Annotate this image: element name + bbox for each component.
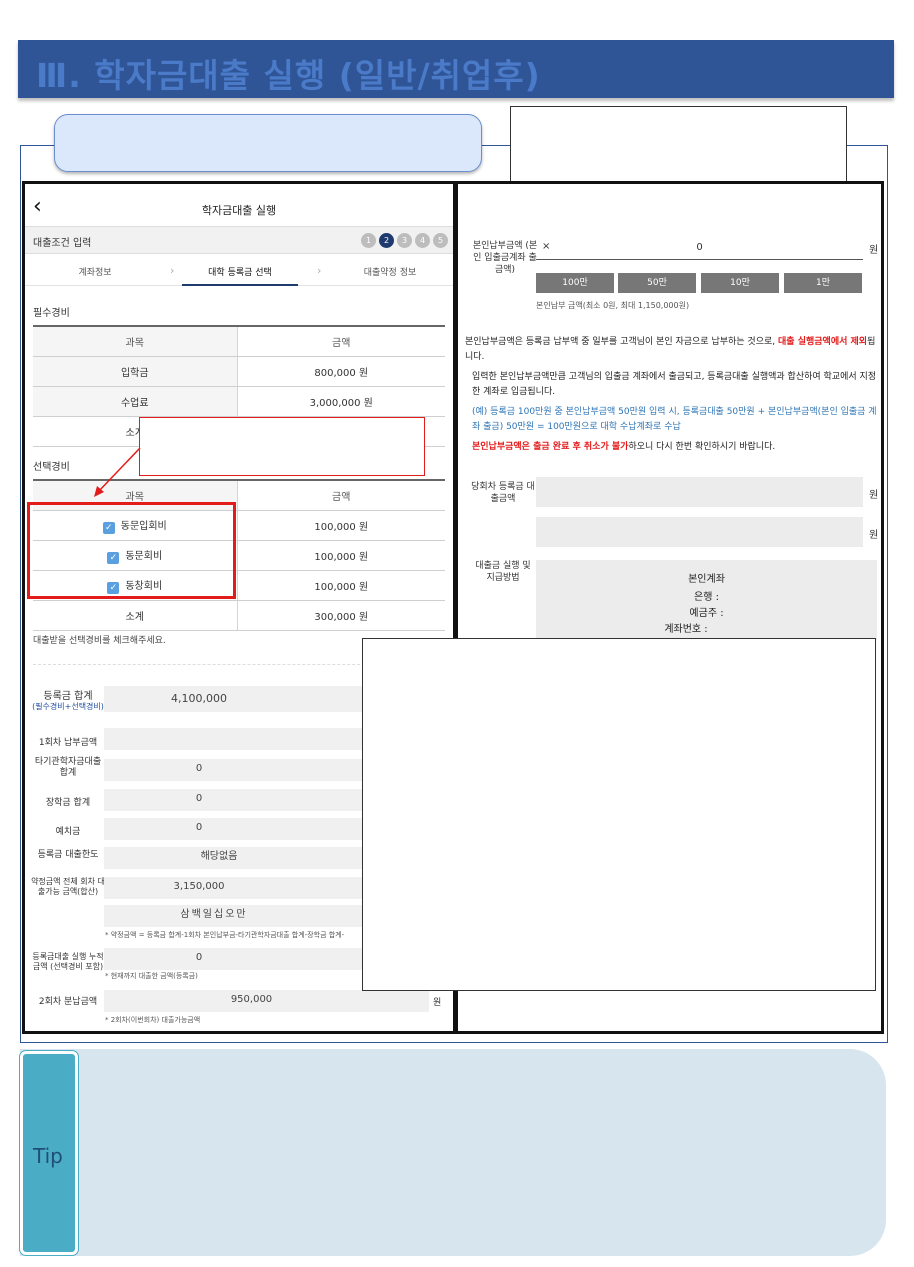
section-header-banner: Ⅲ. 학자금대출 실행 (일반/취업후) [18,40,894,98]
cell-item: 수업료 [33,386,238,417]
add-50man-button[interactable]: 50만 [618,273,696,293]
tuition-total-sublabel: (필수경비+선택경비) [32,702,104,711]
cumulative-label: 등록금대출 실행 누적금액 (선택경비 포함) [32,952,104,971]
contract-amount-korean: 삼백일십오만 [180,909,248,920]
tip-box [20,1049,886,1256]
required-section-title: 필수경비 [33,308,70,319]
self-pay-label: 본인납부금액 (본인 입출금계좌 출금액) [472,241,538,275]
cell-amount: 800,000 원 [237,356,445,387]
desc-paragraph-2: 입력한 본인납부금액만큼 고객님의 입출금 계좌에서 출금되고, 등록금대출 실… [472,372,877,397]
loan-limit-value: 해당없음 [200,851,238,862]
deposit-value: 0 [195,822,203,833]
column-header-amount: 금액 [237,325,445,357]
second-payment-value: 950,000 [230,994,273,1005]
tab-tuition-select[interactable]: 대학 등록금 선택 [182,265,298,286]
other-loan-value: 0 [195,763,203,774]
tab-contract-info[interactable]: 대출약정 정보 [355,265,425,278]
self-pay-input[interactable]: × 0 [536,238,863,260]
desc-example: (예) 등록금 100만원 중 본인납부금액 50만원 입력 시, 등록금대출 … [472,407,877,432]
desc-paragraph-1: 본인납부금액은 등록금 납부액 중 일부를 고객님이 본인 자금으로 납부하는 … [465,335,880,365]
deposit-label: 예치금 [55,827,81,837]
column-header-item: 과목 [33,325,238,357]
this-loan-field-1[interactable] [536,477,863,507]
contract-amount-value: 3,150,000 [173,881,225,892]
desc-text: 본인납부금액은 등록금 납부액 중 일부를 고객님이 본인 자금으로 납부하는 … [465,337,776,347]
cell-item: 입학금 [33,356,238,387]
section-title: Ⅲ. 학자금대출 실행 (일반/취업후) [36,56,541,95]
sub-tab-bar: 계좌정보 › 대학 등록금 선택 › 대출약정 정보 [25,256,453,286]
cell-amount: 3,000,000 원 [237,386,445,417]
annotation-arrow-icon [94,447,141,497]
self-pay-value: 0 [696,242,703,253]
tuition-total-label: 등록금 합계 [43,691,93,702]
add-100man-button[interactable]: 100만 [536,273,614,293]
annotation-callout [139,417,425,476]
add-10man-button[interactable]: 10만 [701,273,779,293]
loan-limit-label: 등록금 대출한도 [37,850,99,860]
step-indicator-bar: 대출조건 입력 1 2 3 4 5 [25,226,453,254]
step-label: 대출조건 입력 [33,238,92,249]
scholarship-label: 장학금 합계 [45,798,91,808]
contract-note: * 약정금액 = 등록금 합계-1회차 본인납부금-타기관학자금대출 합계-장학… [105,931,345,939]
tuition-total-value: 4,100,000 [171,692,227,705]
method-label: 대출금 실행 및 지급방법 [475,561,531,583]
annotation-box-right [362,638,876,991]
cell-amount: 100,000 원 [237,570,445,601]
tab-account-info[interactable]: 계좌정보 [65,265,125,278]
chevron-right-icon: › [170,264,175,277]
self-pay-hint: 본인납부 금액(최소 0원, 최대 1,150,000원) [536,301,690,310]
second-payment-unit: 원 [433,998,442,1008]
self-pay-unit: 원 [869,245,879,256]
table-row-subtotal: 소계 300,000 원 [33,600,445,631]
second-payment-label: 2회차 분납금액 [38,997,98,1007]
unit-label: 원 [869,530,879,541]
warning-text: 하오니 다시 한번 확인하시기 바랍니다. [628,442,776,452]
step-dot-4: 4 [415,233,430,248]
table-row: 수업료 3,000,000 원 [33,386,445,417]
cell-subtotal-label: 소계 [33,600,238,631]
tip-tab: Tip [20,1051,78,1255]
table-row: 입학금 800,000 원 [33,356,445,387]
this-loan-label: 당회차 등록금 대출금액 [471,482,535,504]
optional-hint: 대출받을 선택경비를 체크해주세요. [33,636,166,646]
other-loan-label: 타기관학자금대출 합계 [34,757,102,778]
optional-section-title: 선택경비 [33,462,70,473]
cell-amount: 100,000 원 [237,510,445,541]
account-number-label: 계좌번호 : [664,624,708,635]
desc-emphasis: 대출 실행금액에서 제외 [778,337,868,347]
first-payment-label: 1회차 납부금액 [38,738,98,748]
second-payment-field: 950,000 [104,990,429,1012]
annotation-box-top [510,106,847,191]
tip-label: Tip [33,1144,63,1168]
holder-label: 예금주 : [689,608,724,619]
account-title: 본인계좌 [688,574,725,585]
desc-warning: 본인납부금액은 출금 완료 후 취소가 불가하오니 다시 한번 확인하시기 바랍… [472,440,877,455]
highlight-optional-expenses [27,502,236,599]
caption-pill [54,114,482,172]
scholarship-value: 0 [195,793,203,804]
cell-subtotal-amount: 300,000 원 [237,600,445,631]
contract-amount-label: 약정금액 전체 회차 대출가능 금액(합산) [31,877,105,896]
step-dot-3: 3 [397,233,412,248]
cell-amount: 100,000 원 [237,540,445,571]
step-dot-1: 1 [361,233,376,248]
cumulative-value: 0 [195,952,203,963]
chevron-right-icon: › [317,264,322,277]
screen-title: 학자금대출 실행 [201,204,277,217]
bank-label: 은행 : [694,592,719,603]
step-dot-5: 5 [433,233,448,248]
warning-emphasis: 본인납부금액은 출금 완료 후 취소가 불가 [472,442,629,452]
unit-label: 원 [869,490,879,501]
cumulative-note: * 현재까지 대출한 금액(등록금) [105,972,198,980]
second-payment-note: * 2회차(이번회차) 대출가능금액 [105,1016,201,1024]
step-dot-2-active: 2 [379,233,394,248]
add-1man-button[interactable]: 1만 [784,273,862,293]
account-info-box: 본인계좌 은행 : 예금주 : 계좌번호 : [536,560,877,640]
column-header-amount: 금액 [237,479,445,511]
this-loan-field-2[interactable] [536,517,863,547]
